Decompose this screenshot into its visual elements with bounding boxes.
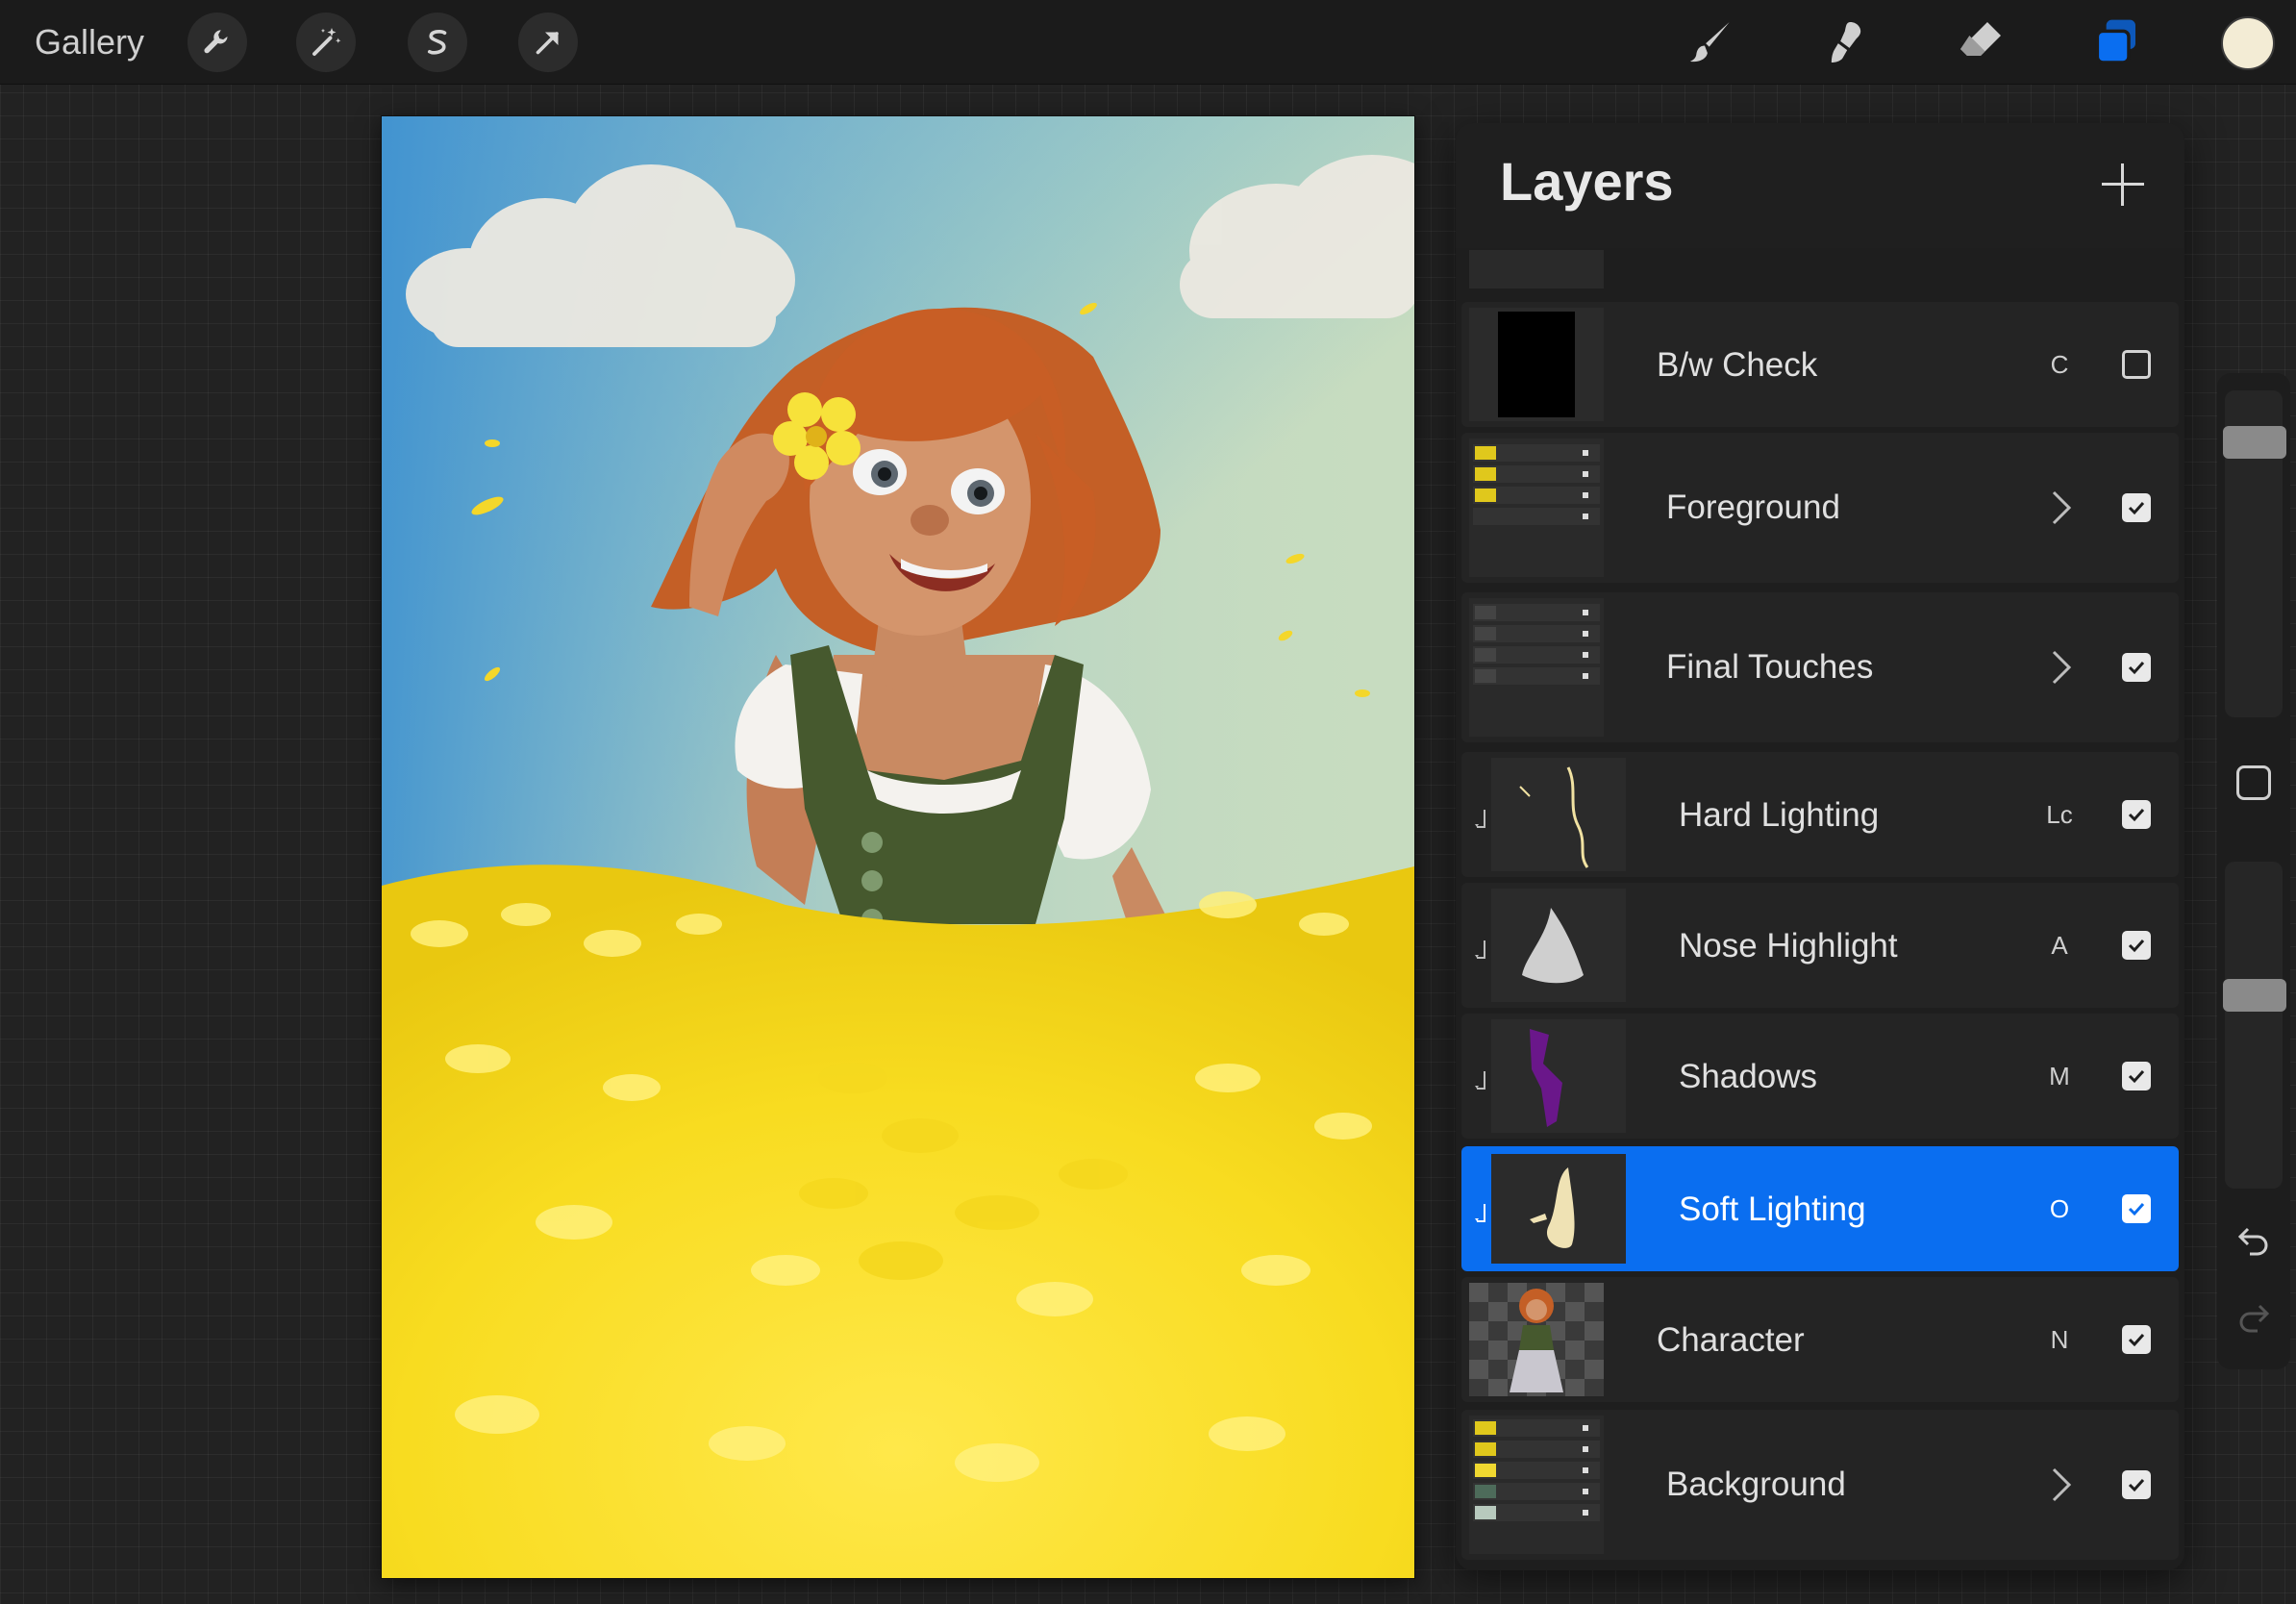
expand-group-chevron[interactable] <box>2050 648 2073 687</box>
layer-thumbnail <box>1469 1283 1604 1396</box>
color-picker-swatch[interactable] <box>2221 16 2275 70</box>
blend-mode-indicator[interactable]: Lc <box>2040 800 2079 830</box>
blend-mode-indicator[interactable]: C <box>2040 350 2079 380</box>
checkmark-icon <box>2128 1202 2145 1216</box>
wrench-icon <box>204 30 228 54</box>
blend-mode-indicator[interactable]: M <box>2040 1062 2079 1091</box>
artwork-canvas[interactable] <box>382 116 1414 1578</box>
clipping-mask-icon <box>1473 1069 1488 1092</box>
layers-panel-title: Layers <box>1500 151 1674 212</box>
add-layer-button[interactable] <box>2098 160 2148 210</box>
expand-group-chevron[interactable] <box>2050 489 2073 527</box>
arrow-cursor-icon <box>536 32 559 55</box>
opacity-slider-thumb[interactable] <box>2223 979 2286 1013</box>
layer-row-soft-lighting[interactable]: Soft Lighting O <box>1461 1146 2179 1271</box>
modify-square-icon[interactable] <box>2236 765 2271 800</box>
checkmark-icon <box>2128 1333 2145 1347</box>
smudge-icon <box>1831 22 1861 63</box>
group-thumbnail <box>1469 1416 1604 1554</box>
layer-name: Hard Lighting <box>1679 796 1880 834</box>
layer-thumbnail <box>1491 1019 1626 1133</box>
layer-name: Background <box>1666 1466 1846 1503</box>
selection-s-icon <box>427 30 447 55</box>
layer-visibility-checkbox[interactable] <box>2122 653 2151 682</box>
layer-thumbnail <box>1491 889 1626 1002</box>
layer-name: Soft Lighting <box>1679 1190 1866 1228</box>
expand-group-chevron[interactable] <box>2050 1466 2073 1504</box>
chevron-right-icon <box>2052 1467 2072 1502</box>
layer-row-hard-lighting[interactable]: Hard Lighting Lc <box>1461 752 2179 877</box>
brush-size-slider[interactable] <box>2223 390 2286 717</box>
brush-size-slider-thumb[interactable] <box>2223 425 2286 459</box>
layers-tool-button[interactable] <box>2084 12 2146 73</box>
transform-button[interactable] <box>518 13 578 72</box>
layer-name: Nose Highlight <box>1679 927 1898 965</box>
magic-wand-icon <box>312 28 341 56</box>
layer-name: Final Touches <box>1666 648 1874 686</box>
layers-panel: Layers B/w Check C Foreground Final Touc… <box>1456 123 2184 1570</box>
checkmark-icon <box>2128 808 2145 822</box>
layer-visibility-checkbox[interactable] <box>2122 1470 2151 1499</box>
erase-tool-button[interactable] <box>1950 12 2011 73</box>
chevron-right-icon <box>2052 490 2072 525</box>
checkmark-icon <box>2128 939 2145 953</box>
layer-group-foreground[interactable]: Foreground <box>1461 433 2179 583</box>
checkmark-icon <box>2128 661 2145 675</box>
group-thumbnail <box>1469 598 1604 737</box>
blend-mode-indicator[interactable]: N <box>2040 1325 2079 1355</box>
opacity-slider[interactable] <box>2223 862 2286 1189</box>
blend-mode-indicator[interactable]: A <box>2040 931 2079 961</box>
layer-name: Character <box>1657 1321 1805 1359</box>
layer-row-character[interactable]: Character N <box>1461 1277 2179 1402</box>
layer-visibility-checkbox[interactable] <box>2122 350 2151 379</box>
layer-row-nose-highlight[interactable]: Nose Highlight A <box>1461 883 2179 1008</box>
clipping-mask-icon <box>1473 939 1488 962</box>
artwork-illustration <box>382 116 1414 1578</box>
top-toolbar: Gallery <box>0 0 2296 85</box>
layer-thumbnail <box>1469 308 1604 421</box>
layer-thumbnail <box>1491 1154 1626 1264</box>
layer-group-final-touches[interactable]: Final Touches <box>1461 592 2179 742</box>
redo-icon[interactable] <box>2234 1296 2273 1335</box>
layer-visibility-checkbox[interactable] <box>2122 800 2151 829</box>
layers-icon <box>2095 19 2135 64</box>
partial-layer-thumbnail[interactable] <box>1469 250 1604 288</box>
paint-tool-button[interactable] <box>1681 12 1742 73</box>
checkmark-icon <box>2128 501 2145 515</box>
layer-visibility-checkbox[interactable] <box>2122 1325 2151 1354</box>
layer-thumbnail <box>1491 758 1626 871</box>
layer-visibility-checkbox[interactable] <box>2122 1062 2151 1090</box>
undo-icon[interactable] <box>2234 1219 2273 1258</box>
smudge-tool-button[interactable] <box>1815 12 1877 73</box>
selection-button[interactable] <box>408 13 467 72</box>
checkmark-icon <box>2128 1478 2145 1492</box>
layer-name: Shadows <box>1679 1058 1817 1095</box>
layer-row-bw-check[interactable]: B/w Check C <box>1461 302 2179 427</box>
layer-name: B/w Check <box>1657 346 1818 384</box>
chevron-right-icon <box>2052 650 2072 685</box>
actions-button[interactable] <box>187 13 247 72</box>
layer-name: Foreground <box>1666 489 1840 526</box>
layer-visibility-checkbox[interactable] <box>2122 931 2151 960</box>
layer-visibility-checkbox[interactable] <box>2122 493 2151 522</box>
checkmark-icon <box>2128 1069 2145 1084</box>
layer-visibility-checkbox[interactable] <box>2122 1194 2151 1223</box>
group-thumbnail <box>1469 439 1604 577</box>
side-sliders-bar <box>2217 373 2290 1369</box>
clipping-mask-icon <box>1473 1202 1488 1225</box>
eraser-icon <box>1960 22 2001 56</box>
adjustments-button[interactable] <box>296 13 356 72</box>
clipping-mask-icon <box>1473 808 1488 831</box>
brush-icon <box>1689 22 1730 63</box>
gallery-button[interactable]: Gallery <box>35 19 144 65</box>
layer-row-shadows[interactable]: Shadows M <box>1461 1014 2179 1139</box>
blend-mode-indicator[interactable]: O <box>2040 1194 2079 1224</box>
layer-group-background[interactable]: Background <box>1461 1410 2179 1560</box>
layers-panel-header: Layers <box>1456 123 2184 248</box>
